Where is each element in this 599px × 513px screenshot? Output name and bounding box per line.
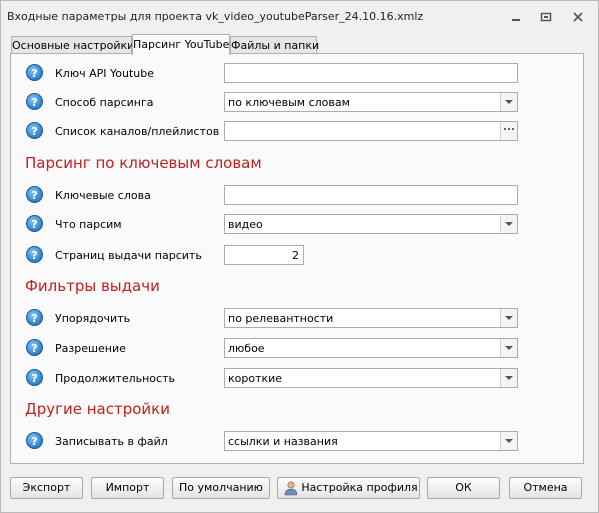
row-api-key: ? Ключ API Youtube [11, 63, 583, 85]
write-file-select[interactable]: ссылки и названия [224, 431, 518, 451]
help-icon[interactable]: ? [26, 215, 43, 232]
chevron-down-icon[interactable] [500, 432, 517, 450]
section-title-filters: Фильтры выдачи [25, 277, 160, 295]
help-icon[interactable]: ? [26, 339, 43, 356]
section-title-other: Другие настройки [25, 400, 170, 418]
ellipsis-icon[interactable] [500, 122, 517, 140]
order-label: Упорядочить [55, 312, 131, 325]
order-select[interactable]: по релевантности [224, 308, 518, 328]
write-file-label: Записывать в файл [55, 435, 168, 448]
cancel-button[interactable]: Отмена [509, 477, 582, 499]
duration-label: Продолжительность [55, 372, 175, 385]
resolution-label: Разрешение [55, 342, 126, 355]
pages-value: 2 [292, 249, 299, 262]
pages-label: Страниц выдачи парсить [55, 249, 202, 262]
close-icon[interactable] [571, 11, 585, 23]
minimize-icon[interactable] [509, 11, 523, 23]
ok-button[interactable]: ОК [427, 477, 500, 499]
chevron-down-icon[interactable] [500, 93, 517, 111]
profile-settings-label: Настройка профиля [301, 481, 418, 494]
duration-value: короткие [228, 372, 283, 385]
keywords-input[interactable] [224, 185, 518, 205]
help-icon[interactable]: ? [26, 246, 43, 263]
what-parse-select[interactable]: видео [224, 214, 518, 234]
duration-select[interactable]: короткие [224, 368, 518, 388]
defaults-button[interactable]: По умолчанию [172, 477, 270, 499]
row-pages: ? Страниц выдачи парсить 2 [11, 245, 583, 267]
dialog-window: Входные параметры для проекта vk_video_y… [0, 0, 599, 513]
chevron-down-icon[interactable] [500, 369, 517, 387]
resolution-value: любое [228, 342, 265, 355]
profile-settings-button[interactable]: Настройка профиля [277, 477, 420, 499]
write-file-value: ссылки и названия [228, 435, 338, 448]
row-keywords: ? Ключевые слова [11, 185, 583, 207]
section-title-keywords: Парсинг по ключевым словам [25, 154, 262, 172]
row-write-file: ? Записывать в файл ссылки и названия [11, 431, 583, 453]
user-profile-icon [283, 480, 299, 496]
window-title: Входные параметры для проекта vk_video_y… [7, 10, 424, 23]
title-bar: Входные параметры для проекта vk_video_y… [1, 1, 598, 31]
parse-method-select[interactable]: по ключевым словам [224, 92, 518, 112]
row-order: ? Упорядочить по релевантности [11, 308, 583, 330]
keywords-label: Ключевые слова [55, 189, 151, 202]
help-icon[interactable]: ? [26, 64, 43, 81]
what-parse-label: Что парсим [55, 218, 122, 231]
maximize-icon[interactable] [539, 11, 553, 23]
tab-main-settings[interactable]: Основные настройки [11, 36, 134, 54]
api-key-label: Ключ API Youtube [55, 67, 154, 80]
export-button[interactable]: Экспорт [10, 477, 83, 499]
row-parse-method: ? Способ парсинга по ключевым словам [11, 92, 583, 114]
tab-youtube-parsing[interactable]: Парсинг YouTube [132, 34, 230, 55]
help-icon[interactable]: ? [26, 369, 43, 386]
help-icon[interactable]: ? [26, 122, 43, 139]
chevron-down-icon[interactable] [500, 215, 517, 233]
chevron-down-icon[interactable] [500, 339, 517, 357]
resolution-select[interactable]: любое [224, 338, 518, 358]
help-icon[interactable]: ? [26, 93, 43, 110]
tab-files-folders[interactable]: Файлы и папки [230, 36, 319, 54]
row-channels: ? Список каналов/плейлистов [11, 121, 583, 143]
pages-input[interactable]: 2 [224, 245, 304, 265]
parse-method-label: Способ парсинга [55, 96, 154, 109]
import-button[interactable]: Импорт [91, 477, 164, 499]
row-duration: ? Продолжительность короткие [11, 368, 583, 390]
chevron-down-icon[interactable] [500, 309, 517, 327]
help-icon[interactable]: ? [26, 309, 43, 326]
parse-method-value: по ключевым словам [228, 96, 350, 109]
row-resolution: ? Разрешение любое [11, 338, 583, 360]
api-key-input[interactable] [224, 63, 518, 83]
channels-input[interactable] [224, 121, 518, 141]
settings-panel: ? Ключ API Youtube ? Способ парсинга по … [10, 53, 584, 464]
help-icon[interactable]: ? [26, 432, 43, 449]
row-what-parse: ? Что парсим видео [11, 214, 583, 236]
what-parse-value: видео [228, 218, 263, 231]
order-value: по релевантности [228, 312, 334, 325]
help-icon[interactable]: ? [26, 186, 43, 203]
channels-label: Список каналов/плейлистов [55, 125, 220, 138]
